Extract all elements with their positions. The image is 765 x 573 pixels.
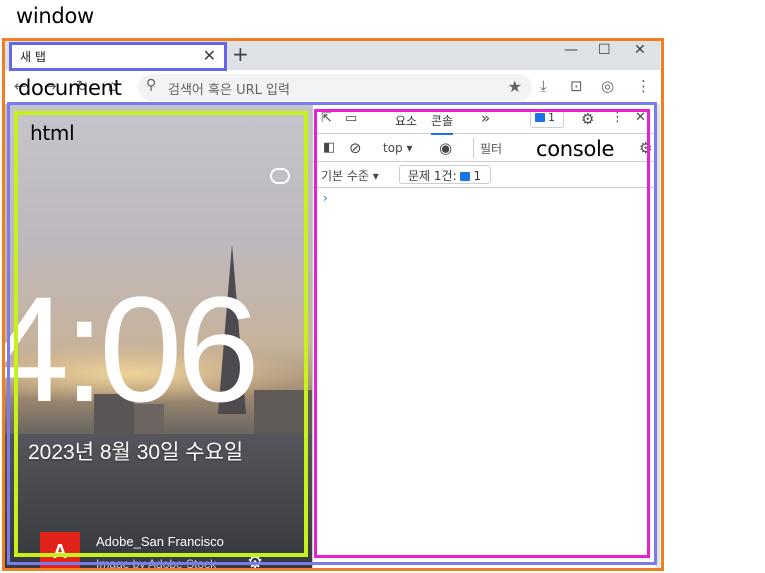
console-sub-toolbar: 기본 수준 ▾ 문제 1건: 1 xyxy=(313,162,657,188)
chat-icon[interactable] xyxy=(270,168,290,184)
devtools-panel: ⇱ ▭ 요소 콘솔 » 1 ⚙ ⋮ ✕ ◧ ⊘ top ▾ ◉ 필터 ⚙ 기본 … xyxy=(312,104,657,568)
clock-date: 2023년 8월 30일 수요일 xyxy=(28,441,244,464)
tab-new[interactable]: 새 탭 ✕ xyxy=(10,43,226,70)
tab-elements[interactable]: 요소 xyxy=(395,112,417,129)
screenshot-icon[interactable]: ⊡ xyxy=(570,77,583,95)
adobe-logo[interactable]: A xyxy=(40,532,80,568)
clock-time: 4:06 xyxy=(4,265,260,433)
tab-console[interactable]: 콘솔 xyxy=(431,112,454,135)
log-level-value: 기본 수준 xyxy=(321,169,369,183)
close-devtools-icon[interactable]: ✕ xyxy=(635,110,646,125)
issues-label: 문제 1건: xyxy=(408,169,457,183)
context-value: top xyxy=(383,141,403,155)
filter-input[interactable]: 필터 xyxy=(473,138,533,158)
download-icon[interactable]: ⤓ xyxy=(540,77,547,95)
browser-window: 새 탭 ✕ + — ☐ ✕ ← → ↻ ⌂ ⚲ 검색어 혹은 URL 입력 ★ … xyxy=(4,40,660,568)
window-annotation-label: window xyxy=(16,4,94,28)
device-toolbar-icon[interactable]: ▭ xyxy=(345,111,357,126)
image-credit-title[interactable]: Adobe_San Francisco xyxy=(96,534,224,549)
maximize-button[interactable]: ☐ xyxy=(598,42,611,58)
clear-console-icon[interactable]: ⊘ xyxy=(349,139,362,157)
log-level-select[interactable]: 기본 수준 ▾ xyxy=(321,167,379,184)
menu-icon[interactable]: ⋮ xyxy=(636,77,651,95)
close-window-button[interactable]: ✕ xyxy=(634,42,646,58)
search-icon: ⚲ xyxy=(146,77,157,93)
tab-bar: 새 탭 ✕ + — ☐ ✕ xyxy=(4,40,660,70)
address-bar[interactable]: ⚲ 검색어 혹은 URL 입력 ★ xyxy=(138,74,532,101)
issue-badge[interactable]: 1 xyxy=(530,110,564,128)
minimize-button[interactable]: — xyxy=(564,42,578,58)
console-settings-icon[interactable]: ⚙ xyxy=(639,139,652,157)
context-select[interactable]: top ▾ xyxy=(383,141,413,155)
star-icon[interactable]: ★ xyxy=(508,77,522,96)
more-tabs-icon[interactable]: » xyxy=(481,109,490,127)
new-tab-button[interactable]: + xyxy=(232,42,249,66)
inspect-icon[interactable]: ⇱ xyxy=(321,111,332,126)
tab-close-icon[interactable]: ✕ xyxy=(203,46,216,65)
document-annotation-label: document xyxy=(18,76,122,100)
issues-count: 1 xyxy=(473,169,482,183)
gear-icon[interactable]: ⚙ xyxy=(247,552,263,568)
image-credit-subtitle: Image by Adobe Stock xyxy=(96,557,217,568)
issue-badge-count: 1 xyxy=(548,111,555,124)
console-annotation-label: console xyxy=(536,137,615,161)
html-annotation-label: html xyxy=(30,121,75,145)
message-icon xyxy=(460,172,471,181)
sidebar-toggle-icon[interactable]: ◧ xyxy=(323,140,335,155)
kebab-menu-icon[interactable]: ⋮ xyxy=(611,110,624,125)
issues-button[interactable]: 문제 1건: 1 xyxy=(399,165,491,184)
new-tab-page: 4:06 2023년 8월 30일 수요일 A Adobe_San Franci… xyxy=(4,104,312,568)
devtools-tab-bar: ⇱ ▭ 요소 콘솔 » 1 ⚙ ⋮ ✕ xyxy=(313,104,657,135)
settings-icon[interactable]: ⚙ xyxy=(581,110,594,128)
console-prompt[interactable]: › xyxy=(323,191,328,205)
eye-icon[interactable]: ◉ xyxy=(439,139,452,157)
address-placeholder: 검색어 혹은 URL 입력 xyxy=(168,83,290,98)
profile-icon[interactable]: ◎ xyxy=(601,77,614,95)
tab-title: 새 탭 xyxy=(20,50,46,64)
message-icon xyxy=(535,113,545,122)
